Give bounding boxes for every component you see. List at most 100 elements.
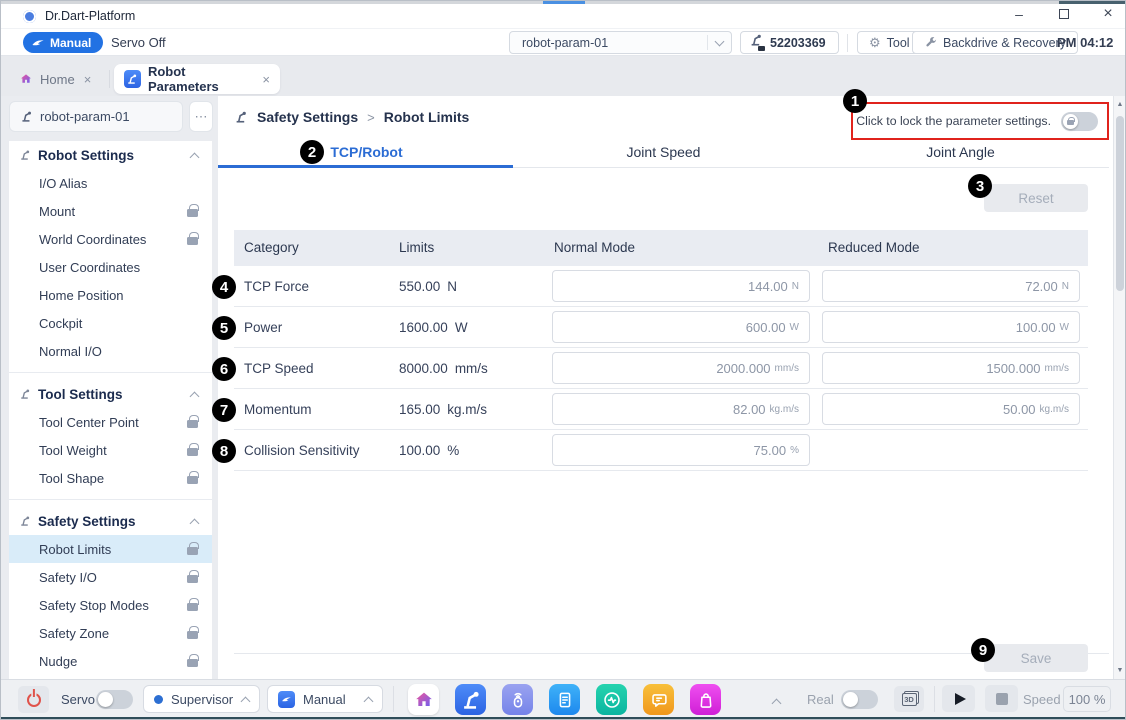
dock-remote-pendant-icon[interactable] xyxy=(502,684,533,715)
dock-store-icon[interactable] xyxy=(690,684,721,715)
breadcrumb-parent[interactable]: Safety Settings xyxy=(257,109,358,125)
tab-home[interactable]: Home × xyxy=(9,64,106,94)
stop-icon xyxy=(996,693,1008,705)
sidebar-item-mount[interactable]: Mount xyxy=(9,197,212,225)
app-logo-icon xyxy=(23,10,36,23)
sidebar-item-world-coordinates[interactable]: World Coordinates xyxy=(9,225,212,253)
table-row-momentum: Momentum 165.00kg.m/s 82.00kg.m/s 50.00k… xyxy=(234,389,1088,430)
mode-manual-button[interactable]: Manual xyxy=(23,32,103,53)
row-limit: 1600.00W xyxy=(399,320,468,335)
tab-home-close-icon[interactable]: × xyxy=(84,72,92,87)
item-label: User Coordinates xyxy=(39,260,198,275)
reduced-mode-input[interactable]: 1500.000mm/s xyxy=(822,352,1080,384)
normal-mode-input[interactable]: 2000.000mm/s xyxy=(552,352,810,384)
3d-icon: 3D xyxy=(902,693,917,706)
dock-robot-parameters-icon[interactable] xyxy=(455,684,486,715)
mode-value: Manual xyxy=(303,692,357,707)
servo-status-text: Servo Off xyxy=(111,35,166,50)
sidebar-item-nudge[interactable]: Nudge xyxy=(9,647,212,675)
sidebar-item-tool-weight[interactable]: Tool Weight xyxy=(9,436,212,464)
stop-button[interactable] xyxy=(985,685,1018,712)
content-scrollbar[interactable]: ▲ ▼ xyxy=(1113,96,1126,679)
backdrive-recovery-button[interactable]: Backdrive & Recovery xyxy=(912,31,1078,54)
dock-monitoring-icon[interactable] xyxy=(596,684,627,715)
normal-mode-input[interactable]: 75.00% xyxy=(552,434,810,466)
sidebar-section-robot-settings[interactable]: Robot Settings xyxy=(9,141,212,169)
reset-button[interactable]: Reset xyxy=(984,184,1088,212)
dock-message-log-icon[interactable] xyxy=(643,684,674,715)
parameter-lock-toggle[interactable] xyxy=(1061,112,1098,131)
sidebar-item-tool-center-point[interactable]: Tool Center Point xyxy=(9,408,212,436)
reduced-mode-input[interactable]: 50.00kg.m/s xyxy=(822,393,1080,425)
item-label: Mount xyxy=(39,204,187,219)
sidebar-section-tool-settings[interactable]: Tool Settings xyxy=(9,380,212,408)
section-divider xyxy=(9,365,212,373)
minimize-icon: – xyxy=(1015,6,1023,22)
tab-tcp-robot[interactable]: TCP/Robot xyxy=(218,137,515,167)
sidebar-item-tool-shape[interactable]: Tool Shape xyxy=(9,464,212,492)
3d-view-button[interactable]: 3D xyxy=(894,686,924,712)
real-toggle[interactable] xyxy=(841,690,878,709)
sidebar-item-cockpit[interactable]: Cockpit xyxy=(9,309,212,337)
tab-robot-parameters[interactable]: Robot Parameters × xyxy=(114,64,280,94)
scroll-down-icon[interactable]: ▼ xyxy=(1114,667,1126,674)
close-button[interactable]: × xyxy=(1093,1,1123,26)
role-select[interactable]: Supervisor xyxy=(143,685,260,713)
save-button[interactable]: Save xyxy=(984,644,1088,672)
robot-icon xyxy=(20,110,33,123)
param-select[interactable]: robot-param-01 xyxy=(509,31,732,54)
speed-value: 100 % xyxy=(1069,692,1106,707)
annotation-badge-5: 5 xyxy=(212,316,236,340)
section-title: Robot Settings xyxy=(38,148,191,163)
role-status-dot xyxy=(154,695,163,704)
robot-serial-badge[interactable]: 52203369 xyxy=(740,31,839,54)
scrollbar-thumb[interactable] xyxy=(1116,116,1124,291)
maximize-button[interactable] xyxy=(1049,1,1079,26)
operation-mode-select[interactable]: Manual xyxy=(267,685,383,713)
annotation-badge-7: 7 xyxy=(212,398,236,422)
reduced-mode-input[interactable]: 100.00W xyxy=(822,311,1080,343)
servo-toggle[interactable] xyxy=(96,690,133,709)
sidebar-param-header[interactable]: robot-param-01 xyxy=(9,101,183,132)
tab-joint-angle[interactable]: Joint Angle xyxy=(812,137,1109,167)
robot-parameters-icon xyxy=(124,70,141,88)
scroll-up-icon[interactable]: ▲ xyxy=(1114,101,1126,108)
sidebar-item-robot-limits[interactable]: Robot Limits xyxy=(9,535,212,563)
sidebar-more-button[interactable]: ⋯ xyxy=(189,101,213,132)
table-row-tcp-force: TCP Force 550.00N 144.00N 72.00N xyxy=(234,266,1088,307)
tab-robot-parameters-close-icon[interactable]: × xyxy=(262,72,270,87)
power-button[interactable] xyxy=(18,686,49,713)
tab-joint-speed[interactable]: Joint Speed xyxy=(515,137,812,167)
sidebar-item-safety-io[interactable]: Safety I/O xyxy=(9,563,212,591)
sidebar-item-home-position[interactable]: Home Position xyxy=(9,281,212,309)
sidebar-item-safety-stop-modes[interactable]: Safety Stop Modes xyxy=(9,591,212,619)
sidebar-section-safety-settings[interactable]: Safety Settings xyxy=(9,507,212,535)
sidebar-item-io-alias[interactable]: I/O Alias xyxy=(9,169,212,197)
speed-value-button[interactable]: 100 % xyxy=(1063,686,1111,712)
toolbar-divider xyxy=(847,34,848,52)
more-icon: ⋯ xyxy=(195,109,208,125)
table-row-power: Power 1600.00W 600.00W 100.00W xyxy=(234,307,1088,348)
normal-mode-input[interactable]: 82.00kg.m/s xyxy=(552,393,810,425)
lock-icon xyxy=(187,420,198,428)
dock-collapse-icon[interactable] xyxy=(772,699,782,709)
sidebar-param-name: robot-param-01 xyxy=(40,109,130,124)
minimize-button[interactable]: – xyxy=(1004,1,1034,26)
sidebar-item-safety-zone[interactable]: Safety Zone xyxy=(9,619,212,647)
dock-task-document-icon[interactable] xyxy=(549,684,580,715)
app-window: Dr.Dart-Platform – × Manual Servo Off ro… xyxy=(0,0,1126,720)
reduced-mode-input[interactable]: 72.00N xyxy=(822,270,1080,302)
play-button[interactable] xyxy=(942,685,975,712)
sidebar-item-user-coordinates[interactable]: User Coordinates xyxy=(9,253,212,281)
tab-separator xyxy=(109,70,110,88)
reset-label: Reset xyxy=(1018,191,1053,206)
sidebar-item-normal-io[interactable]: Normal I/O xyxy=(9,337,212,365)
top-toolbar: Manual Servo Off robot-param-01 52203369… xyxy=(1,29,1125,56)
power-icon xyxy=(27,693,41,707)
item-label: World Coordinates xyxy=(39,232,187,247)
dock-home-icon[interactable] xyxy=(408,684,439,715)
item-label: Home Position xyxy=(39,288,198,303)
breadcrumb-separator-icon: > xyxy=(367,110,375,125)
normal-mode-input[interactable]: 144.00N xyxy=(552,270,810,302)
normal-mode-input[interactable]: 600.00W xyxy=(552,311,810,343)
